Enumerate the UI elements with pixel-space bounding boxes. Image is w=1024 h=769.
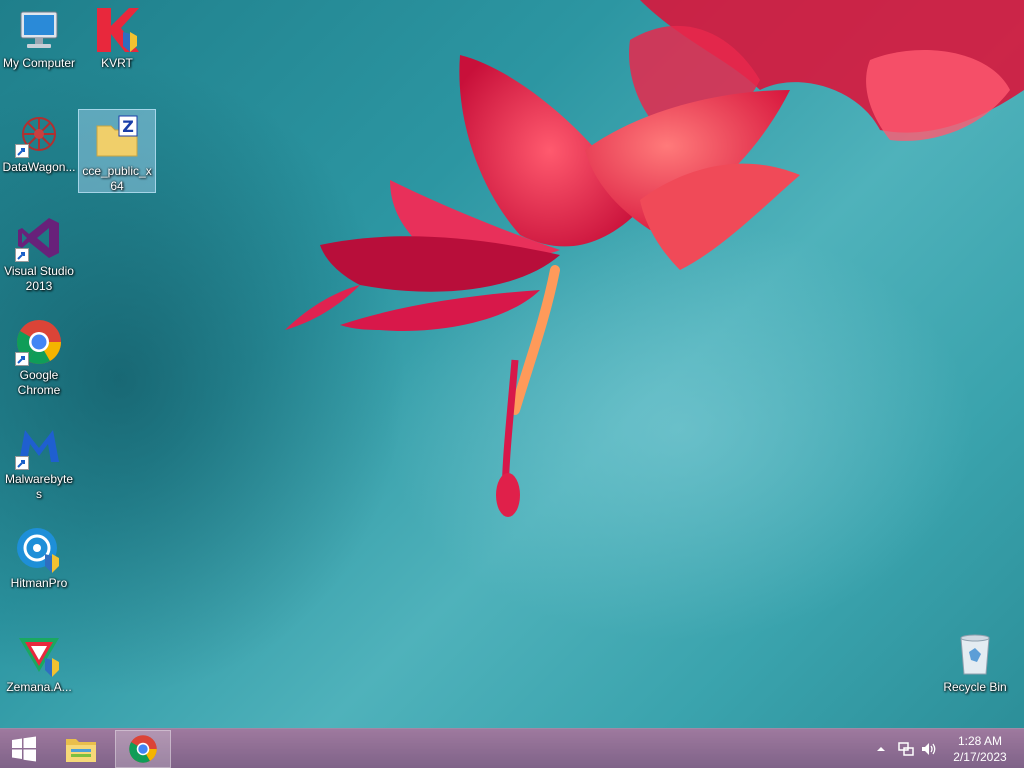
speaker-icon xyxy=(922,743,936,755)
datawagon-icon xyxy=(15,110,63,158)
icon-label: cce_public_x64 xyxy=(82,164,152,193)
zemana-icon xyxy=(15,630,63,678)
desktop-icon-hitmanpro[interactable]: HitmanPro xyxy=(1,522,77,591)
desktop-icon-my-computer[interactable]: My Computer xyxy=(1,2,77,71)
desktop-icon-cce-public-x64[interactable]: Z cce_public_x64 xyxy=(78,109,156,193)
icon-label: Google Chrome xyxy=(17,368,61,397)
shortcut-arrow-icon xyxy=(15,248,29,262)
hitmanpro-icon xyxy=(15,526,63,574)
visual-studio-icon xyxy=(15,214,63,262)
icon-label: Zemana.A... xyxy=(6,680,72,694)
chrome-icon xyxy=(15,318,63,366)
desktop-icon-google-chrome[interactable]: Google Chrome xyxy=(1,314,77,398)
chrome-icon xyxy=(129,735,157,763)
shortcut-arrow-icon xyxy=(15,144,29,158)
icon-label: Malwarebytes xyxy=(4,472,74,501)
desktop-icon-kvrt[interactable]: KVRT xyxy=(79,2,155,71)
desktop-icon-visual-studio[interactable]: Visual Studio 2013 xyxy=(1,210,77,294)
desktop[interactable]: My Computer KVRT DataWagon... Z cce_publ… xyxy=(0,0,1024,728)
show-hidden-icons-button[interactable] xyxy=(874,729,888,769)
shortcut-arrow-icon xyxy=(15,352,29,366)
icon-label: Visual Studio 2013 xyxy=(4,264,74,293)
icon-label: Recycle Bin xyxy=(943,680,1007,694)
icon-label: HitmanPro xyxy=(10,576,68,590)
icon-label: KVRT xyxy=(101,56,133,70)
start-button[interactable] xyxy=(0,729,48,769)
computer-icon xyxy=(15,6,63,54)
taskbar-chrome-button[interactable] xyxy=(115,730,171,768)
network-icon xyxy=(898,742,914,756)
clock-time: 1:28 AM xyxy=(957,734,1003,748)
volume-tray-button[interactable] xyxy=(920,729,940,769)
kvrt-icon xyxy=(93,6,141,54)
shortcut-arrow-icon xyxy=(15,456,29,470)
clock-date: 2/17/2023 xyxy=(953,750,1007,764)
svg-text:Z: Z xyxy=(122,117,134,136)
desktop-icon-recycle-bin[interactable]: Recycle Bin xyxy=(937,626,1013,695)
file-explorer-icon xyxy=(66,739,96,762)
icon-label: My Computer xyxy=(2,56,76,70)
taskbar-file-explorer-button[interactable] xyxy=(58,729,104,769)
chevron-up-icon xyxy=(877,747,885,751)
windows-logo-icon xyxy=(12,736,36,762)
malwarebytes-icon xyxy=(15,422,63,470)
zip-folder-icon: Z xyxy=(93,114,141,162)
desktop-icon-datawagon[interactable]: DataWagon... xyxy=(1,106,77,175)
desktop-icon-malwarebytes[interactable]: Malwarebytes xyxy=(1,418,77,502)
taskbar-clock[interactable]: 1:28 AM 2/17/2023 xyxy=(944,733,1016,765)
desktop-icon-zemana[interactable]: Zemana.A... xyxy=(1,626,77,695)
network-tray-button[interactable] xyxy=(897,729,915,769)
recycle-bin-icon xyxy=(951,630,999,678)
taskbar: 1:28 AM 2/17/2023 xyxy=(0,728,1024,768)
icon-label: DataWagon... xyxy=(2,160,76,174)
